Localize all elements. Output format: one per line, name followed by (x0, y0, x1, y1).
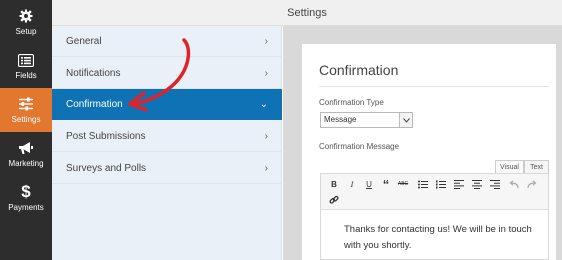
sidebar-item-label: Fields (15, 71, 37, 80)
builder-sidebar: Setup Fields Settings Marketing $ Paymen… (0, 0, 52, 260)
confirmation-type-select[interactable]: Message (320, 112, 413, 128)
nav-item-label: Surveys and Polls (66, 162, 147, 174)
chevron-right-icon: › (264, 131, 268, 142)
redo-icon (527, 179, 537, 188)
italic-button[interactable]: I (345, 177, 359, 191)
align-left-button[interactable] (452, 177, 466, 191)
link-button[interactable] (327, 193, 341, 207)
confirmation-type-label: Confirmation Type (319, 98, 384, 107)
chevron-right-icon: › (264, 68, 268, 79)
sidebar-item-setup[interactable]: Setup (0, 0, 52, 44)
sidebar-item-label: Marketing (8, 159, 44, 168)
chevron-down-icon (399, 113, 412, 127)
align-right-button[interactable] (488, 177, 502, 191)
message-editor: B I U “ ABC Thanks for contacting us! We… (320, 173, 549, 260)
dollar-icon: $ (21, 182, 31, 201)
megaphone-icon (18, 140, 34, 156)
blockquote-button[interactable]: “ (379, 177, 393, 192)
select-value: Message (324, 115, 357, 124)
sidebar-item-label: Payments (8, 203, 44, 212)
underline-button[interactable]: U (362, 177, 376, 191)
nav-item-label: General (66, 35, 102, 47)
chevron-right-icon: › (264, 36, 268, 47)
message-text[interactable]: Thanks for contacting us! We will be in … (344, 222, 534, 254)
nav-item-post-submissions[interactable]: Post Submissions › (52, 121, 282, 152)
align-right-icon (490, 179, 500, 189)
annotation-arrow (128, 38, 191, 112)
editor-toolbar: B I U “ ABC (321, 174, 548, 210)
confirmation-card: Confirmation Confirmation Type Message C… (302, 44, 556, 260)
divider (319, 86, 549, 87)
sidebar-item-label: Setup (15, 27, 37, 36)
sidebar-item-fields[interactable]: Fields (0, 44, 52, 88)
gear-icon (19, 8, 33, 24)
link-icon (329, 195, 339, 204)
tab-visual[interactable]: Visual (495, 160, 524, 174)
align-left-icon (454, 179, 464, 189)
undo-icon (509, 179, 519, 188)
page-title: Settings (287, 6, 327, 19)
tab-text[interactable]: Text (524, 160, 549, 174)
numbered-list-button[interactable] (434, 177, 448, 191)
chevron-right-icon: › (264, 163, 268, 174)
list-form-icon (18, 52, 34, 68)
nav-item-surveys-and-polls[interactable]: Surveys and Polls › (52, 153, 282, 184)
sliders-icon (18, 96, 34, 112)
undo-button[interactable] (507, 177, 521, 191)
nav-item-label: Post Submissions (66, 130, 146, 142)
section-title: Confirmation (319, 62, 399, 78)
sidebar-item-settings[interactable]: Settings (0, 88, 52, 132)
top-bar: Settings (52, 0, 562, 26)
redo-button[interactable] (525, 177, 539, 191)
bold-button[interactable]: B (327, 177, 341, 191)
bullet-list-icon (418, 180, 428, 188)
sidebar-item-payments[interactable]: $ Payments (0, 176, 52, 220)
strikethrough-button[interactable]: ABC (396, 177, 410, 191)
confirmation-message-label: Confirmation Message (319, 142, 400, 151)
bulleted-list-button[interactable] (416, 177, 430, 191)
chevron-down-icon: ⌄ (259, 99, 268, 110)
sidebar-item-marketing[interactable]: Marketing (0, 132, 52, 176)
align-center-button[interactable] (470, 177, 484, 191)
align-center-icon (472, 179, 482, 189)
numbered-list-icon (436, 180, 446, 188)
sidebar-item-label: Settings (11, 115, 41, 124)
